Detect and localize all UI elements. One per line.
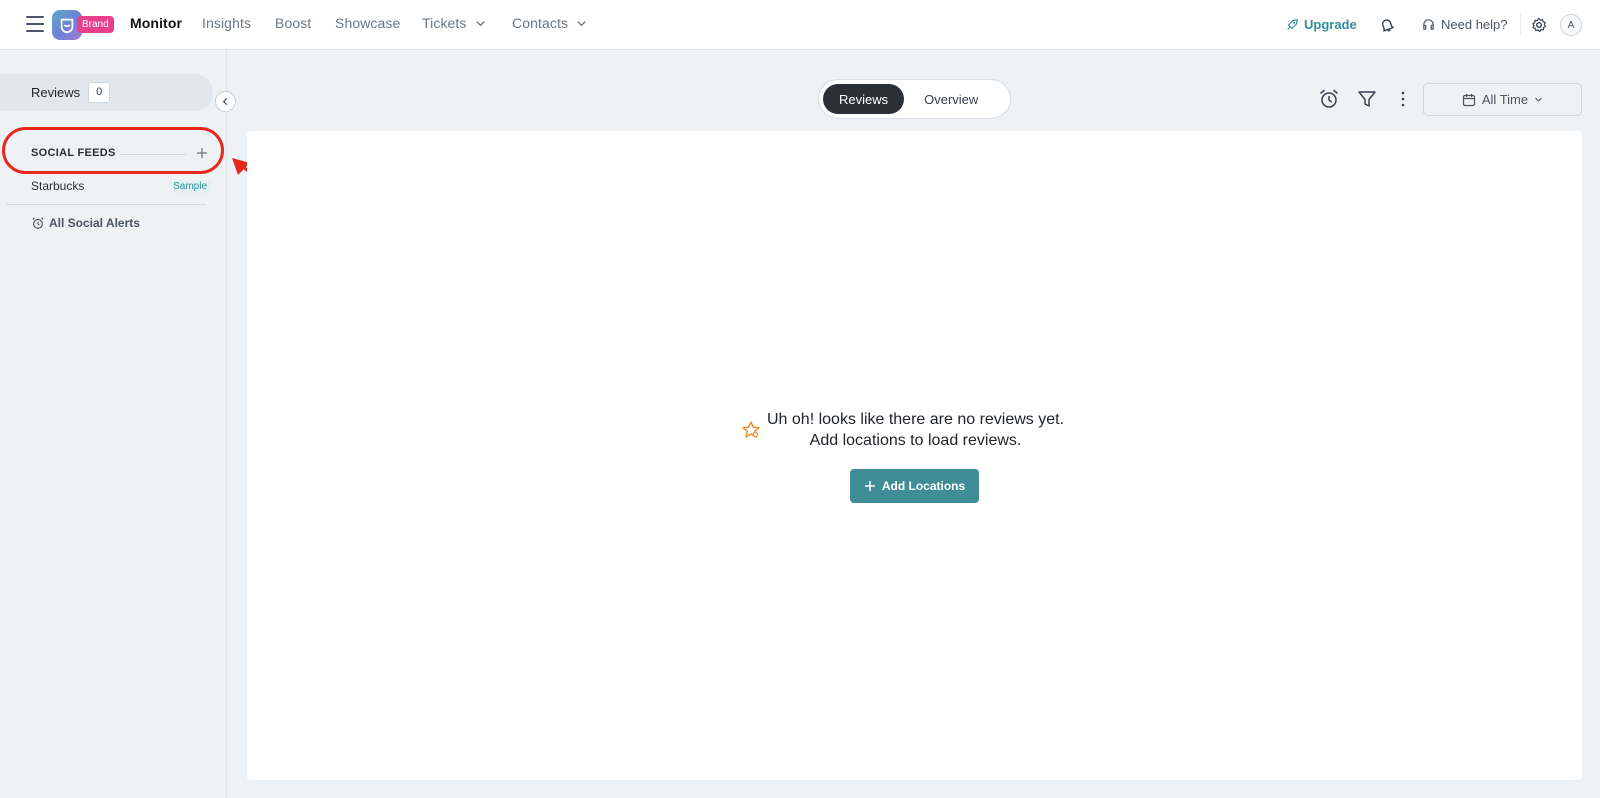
nav-boost[interactable]: Boost xyxy=(275,15,311,31)
chevron-down-icon xyxy=(576,18,587,29)
nav-monitor[interactable]: Monitor xyxy=(130,15,182,31)
nav-showcase-label: Showcase xyxy=(335,15,401,31)
reviews-panel xyxy=(247,131,1582,780)
alarm-icon[interactable] xyxy=(1318,88,1340,110)
hamburger-icon[interactable] xyxy=(26,16,44,32)
social-feeds-title: SOCIAL FEEDS xyxy=(31,147,116,159)
star-icon xyxy=(742,421,760,438)
nav-divider xyxy=(1520,13,1521,35)
nav-tickets-label: Tickets xyxy=(422,15,467,31)
nav-showcase[interactable]: Showcase xyxy=(335,15,400,31)
social-feeds-divider xyxy=(120,154,186,155)
all-social-alerts-link[interactable]: All Social Alerts xyxy=(31,216,140,230)
rocket-icon xyxy=(1287,18,1298,30)
empty-state: Uh oh! looks like there are no reviews y… xyxy=(741,409,1101,451)
nav-tickets[interactable]: Tickets xyxy=(422,15,486,31)
sidebar-divider xyxy=(6,204,206,205)
calendar-icon xyxy=(1462,93,1475,106)
headset-icon xyxy=(1423,19,1434,30)
plus-icon xyxy=(864,481,875,491)
upgrade-link[interactable]: Upgrade xyxy=(1285,17,1357,32)
nav-contacts[interactable]: Contacts xyxy=(512,15,587,31)
add-locations-label: Add Locations xyxy=(881,479,966,493)
plus-icon[interactable] xyxy=(196,147,208,159)
nav-contacts-label: Contacts xyxy=(512,15,569,31)
brand-badge: Brand xyxy=(77,16,114,33)
chevron-down-icon xyxy=(1535,97,1543,102)
date-range-dropdown[interactable]: All Time xyxy=(1423,83,1582,116)
tab-overview[interactable]: Overview xyxy=(908,84,994,114)
kebab-icon[interactable] xyxy=(1392,88,1414,110)
empty-state-message: Uh oh! looks like there are no reviews y… xyxy=(767,409,1064,451)
collapse-sidebar-button[interactable] xyxy=(215,91,236,112)
need-help-link[interactable]: Need help? xyxy=(1421,17,1508,32)
sidebar-item-label: Reviews xyxy=(31,85,81,100)
nav-monitor-label: Monitor xyxy=(130,15,183,31)
sample-badge: Sample xyxy=(169,179,211,193)
chevron-down-icon xyxy=(475,18,486,29)
upgrade-label: Upgrade xyxy=(1304,17,1357,32)
nav-boost-label: Boost xyxy=(275,15,312,31)
sidebar: Reviews 0 SOCIAL FEEDS Starbucks Sample … xyxy=(0,50,236,798)
sidebar-item-reviews[interactable]: Reviews 0 xyxy=(0,74,213,111)
tab-reviews[interactable]: Reviews xyxy=(823,84,905,114)
gear-icon[interactable] xyxy=(1531,17,1547,33)
all-social-alerts-label: All Social Alerts xyxy=(49,216,140,230)
top-navigation-bar: Brand Monitor Insights Boost Showcase Ti… xyxy=(0,0,1600,50)
view-toggle: Reviews Overview xyxy=(818,79,1011,119)
reviews-count-badge: 0 xyxy=(88,82,111,103)
empty-state-line-2: Add locations to load reviews. xyxy=(809,432,1022,449)
avatar[interactable]: A xyxy=(1560,14,1582,36)
alarm-icon xyxy=(32,217,44,229)
need-help-label: Need help? xyxy=(1441,17,1508,32)
add-locations-button[interactable]: Add Locations xyxy=(850,469,979,503)
chevron-left-icon xyxy=(222,97,228,106)
filter-icon[interactable] xyxy=(1356,88,1378,110)
bell-icon[interactable] xyxy=(1379,17,1395,33)
nav-insights-label: Insights xyxy=(202,15,252,31)
date-range-label: All Time xyxy=(1481,92,1529,107)
social-feed-name: Starbucks xyxy=(31,179,85,193)
nav-insights[interactable]: Insights xyxy=(202,15,251,31)
empty-state-line-1: Uh oh! looks like there are no reviews y… xyxy=(767,411,1065,428)
social-feed-item[interactable]: Starbucks Sample xyxy=(31,177,211,195)
